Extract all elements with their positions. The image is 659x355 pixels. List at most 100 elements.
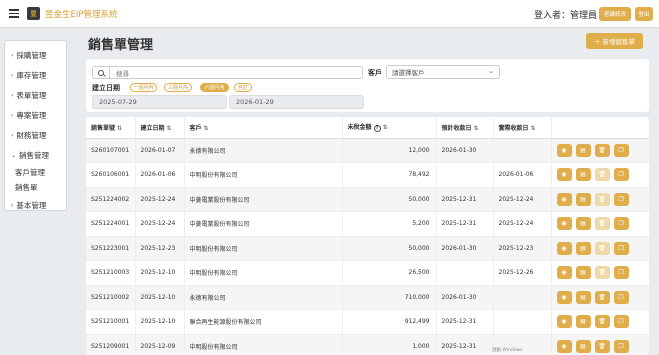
sidebar-item-sales[interactable]: ⌄ 銷售管理: [5, 145, 66, 165]
end-date-input[interactable]: 2026-01-29: [229, 95, 364, 109]
table-row[interactable]: S251209001 2025-12-09 中明股份有限公司 1,000 2025-12…: [86, 334, 649, 355]
created-date-cell: 2026-01-06: [135, 162, 185, 188]
delete-icon[interactable]: 🗑: [594, 217, 610, 231]
actions-cell: ◉ ▤ 🗑 ❐: [551, 162, 649, 188]
amount-cell: 78,492: [342, 162, 437, 188]
delete-icon[interactable]: 🗑: [594, 339, 610, 353]
sort-icon[interactable]: ⇅: [474, 125, 479, 132]
view-icon[interactable]: ◉: [556, 266, 572, 280]
col-header-amount[interactable]: 未稅金額 ? ⇅: [342, 117, 437, 139]
delete-icon[interactable]: 🗑: [594, 168, 610, 182]
chip-one-month[interactable]: 一個月內: [130, 83, 157, 92]
col-header-customer[interactable]: 客戶 ⇅: [184, 117, 343, 139]
copy-icon[interactable]: ❐: [613, 192, 629, 206]
view-icon[interactable]: ◉: [556, 339, 572, 353]
chip-six-months[interactable]: 六個月內: [200, 83, 229, 92]
customer-select[interactable]: 請選擇客戶 ⌄: [386, 65, 500, 79]
delete-icon[interactable]: 🗑: [594, 266, 610, 280]
sort-icon[interactable]: ⇅: [531, 125, 536, 132]
sidebar-item-projects[interactable]: › 專案管理: [5, 105, 66, 125]
logout-button[interactable]: 登出: [635, 7, 653, 21]
sidebar-item-label: 基本管理: [16, 200, 47, 210]
sidebar-item-label: 財務管理: [16, 130, 47, 140]
add-sales-order-button[interactable]: ＋ 新增銷售單: [586, 33, 643, 49]
copy-icon[interactable]: ❐: [613, 315, 629, 329]
table-row[interactable]: S251210003 2025-12-10 中明股份有限公司 26,500 2025-1…: [86, 260, 649, 286]
col-header-created[interactable]: 建立日期 ⇅: [135, 117, 185, 139]
view-icon[interactable]: ◉: [556, 290, 572, 304]
table-row[interactable]: S260106001 2026-01-06 中明股份有限公司 78,492 2026-0…: [86, 162, 649, 188]
sidebar-item-forms[interactable]: › 表單管理: [5, 85, 66, 105]
delete-icon[interactable]: 🗑: [594, 143, 610, 157]
table-row[interactable]: S251224002 2025-12-24 中菱電業股份有限公司 50,000 2025…: [86, 187, 649, 212]
actions-cell: ◉ ▤ 🗑 ❐: [551, 334, 649, 355]
table-row[interactable]: S260107001 2026-01-07 永德有限公司 12,000 2026-01-…: [86, 138, 649, 163]
print-icon[interactable]: ▤: [575, 266, 591, 280]
sort-icon[interactable]: ⇅: [167, 125, 172, 132]
delete-icon[interactable]: 🗑: [594, 241, 610, 255]
delete-icon[interactable]: 🗑: [594, 315, 610, 329]
sort-icon[interactable]: ⇅: [117, 125, 122, 132]
copy-icon[interactable]: ❐: [613, 217, 629, 231]
date-label: 建立日期: [92, 84, 120, 92]
view-icon[interactable]: ◉: [556, 143, 572, 157]
table-row[interactable]: S251210002 2025-12-10 永德有限公司 710,000 2026-01…: [86, 285, 649, 310]
print-icon[interactable]: ▤: [575, 241, 591, 255]
copy-icon[interactable]: ❐: [613, 339, 629, 353]
table-row[interactable]: S251223001 2025-12-23 中明股份有限公司 50,000 2026-0…: [86, 236, 649, 261]
info-icon[interactable]: ?: [373, 125, 381, 133]
actions-cell: ◉ ▤ 🗑 ❐: [551, 260, 649, 286]
order-no-cell: S251209001: [86, 334, 136, 355]
expected-date-cell: 2026-01-30: [436, 285, 494, 310]
page-title: 銷售單管理: [88, 38, 154, 53]
chevron-right-icon: ›: [11, 111, 14, 119]
sidebar-subitem-sales-orders[interactable]: 銷售單: [5, 180, 66, 195]
print-icon[interactable]: ▤: [575, 217, 591, 231]
start-date-input[interactable]: 2025-07-29: [92, 95, 227, 109]
view-icon[interactable]: ◉: [556, 315, 572, 329]
sidebar-item-inventory[interactable]: › 庫存管理: [5, 65, 66, 85]
sidebar-item-label: 銷售管理: [19, 150, 50, 160]
copy-icon[interactable]: ❐: [613, 168, 629, 182]
copy-icon[interactable]: ❐: [613, 241, 629, 255]
print-icon[interactable]: ▤: [575, 192, 591, 206]
view-icon[interactable]: ◉: [556, 192, 572, 206]
copy-icon[interactable]: ❐: [613, 143, 629, 157]
expected-date-cell: 2026-01-30: [436, 138, 494, 163]
order-no-cell: S260107001: [86, 138, 136, 163]
copy-icon[interactable]: ❐: [613, 290, 629, 304]
table-row[interactable]: S251224001 2025-12-24 中菱電業股份有限公司 5,200 2025-…: [86, 211, 649, 237]
sidebar-item-purchase[interactable]: › 採購管理: [5, 45, 66, 65]
print-icon[interactable]: ▤: [575, 315, 591, 329]
table-row[interactable]: S251210001 2025-12-10 聯合再生能源股份有限公司 912,499 2…: [86, 309, 649, 335]
chip-custom[interactable]: 自訂: [234, 83, 252, 92]
view-icon[interactable]: ◉: [556, 241, 572, 255]
col-header-order-no[interactable]: 銷售單號 ⇅: [86, 117, 136, 139]
sidebar-item-label: 採購管理: [16, 50, 47, 60]
view-icon[interactable]: ◉: [556, 168, 572, 182]
created-date-cell: 2026-01-07: [135, 138, 185, 163]
sidebar-item-finance[interactable]: › 財務管理: [5, 125, 66, 145]
col-header-expected[interactable]: 預計收款日 ⇅: [436, 117, 494, 139]
col-header-actual[interactable]: 實際收款日 ⇅: [493, 117, 552, 139]
customer-select-value: 請選擇客戶: [392, 69, 425, 77]
delete-icon[interactable]: 🗑: [594, 192, 610, 206]
sidebar-subitem-customers[interactable]: 客戶管理: [5, 165, 66, 180]
menu-icon[interactable]: [9, 9, 19, 18]
print-icon[interactable]: ▤: [575, 168, 591, 182]
sidebar: › 採購管理 › 庫存管理 › 表單管理 › 專案管理 › 財務管理 ⌄ 銷售管理 客戶管理…: [4, 40, 67, 211]
delete-icon[interactable]: 🗑: [594, 290, 610, 304]
print-icon[interactable]: ▤: [575, 290, 591, 304]
order-no-cell: S251224001: [86, 211, 136, 237]
copy-icon[interactable]: ❐: [613, 266, 629, 280]
sidebar-item-basic[interactable]: › 基本管理: [5, 195, 66, 215]
change-password-button[interactable]: 密碼修改: [599, 7, 631, 21]
search-input[interactable]: 搜尋: [92, 66, 363, 79]
sort-icon[interactable]: ⇅: [204, 125, 209, 132]
print-icon[interactable]: ▤: [575, 339, 591, 353]
chip-three-months[interactable]: 三個月內: [164, 83, 192, 92]
actions-cell: ◉ ▤ 🗑 ❐: [551, 138, 649, 163]
view-icon[interactable]: ◉: [556, 217, 572, 231]
sort-icon[interactable]: ⇅: [383, 124, 388, 131]
print-icon[interactable]: ▤: [575, 143, 591, 157]
